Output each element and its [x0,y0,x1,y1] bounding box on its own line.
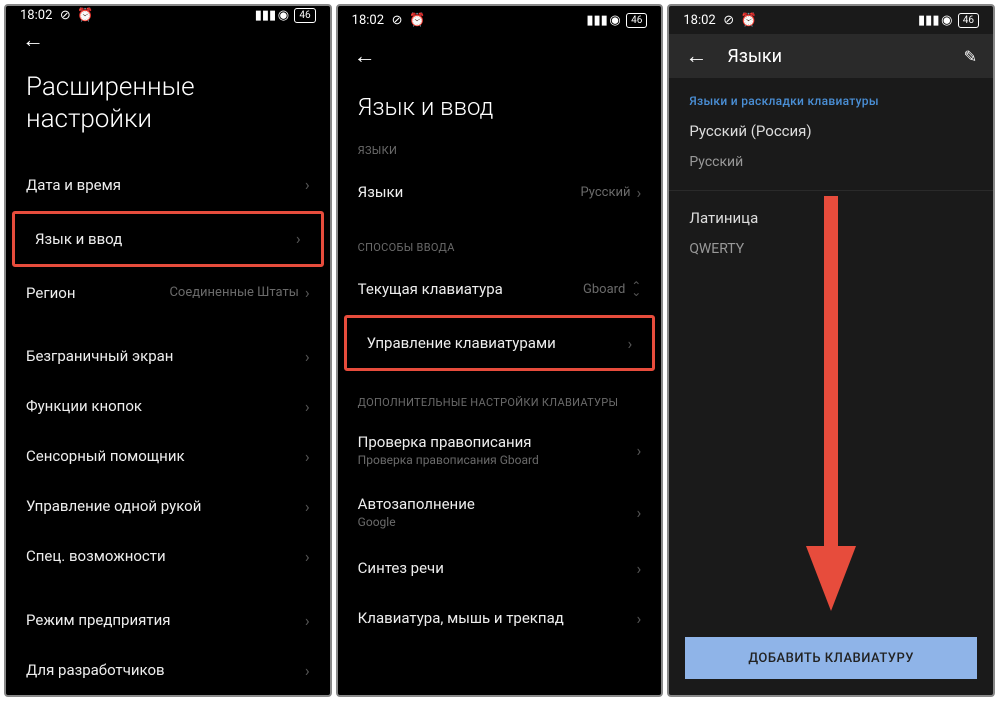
status-time: 18:02 [352,13,384,28]
chevron-right-icon: › [305,547,310,566]
wifi-icon: ◉ [276,9,290,23]
section-extra: ДОПОЛНИТЕЛЬНЫЕ НАСТРОЙКИ КЛАВИАТУРЫ [338,392,662,419]
row-buttons[interactable]: Функции кнопок › [6,381,330,431]
section-languages: ЯЗЫКИ [338,140,662,167]
chevron-right-icon: › [305,175,310,194]
dnd-icon: ⊘ [722,13,736,27]
page-title: Расширенные настройки [6,55,330,160]
chevron-right-icon: › [305,347,310,366]
chevron-right-icon: › [305,447,310,466]
signal-icon: ▮▮▮ [590,13,604,27]
battery-icon: 46 [958,13,979,28]
chevron-right-icon: › [628,334,633,353]
row-current-keyboard[interactable]: Текущая клавиатура Gboard ⌃⌄ [338,264,662,314]
dnd-icon: ⊘ [390,13,404,27]
alarm-icon: ⏰ [742,13,756,27]
row-region[interactable]: Регион Соединенные Штаты › [6,268,330,318]
chevron-right-icon: › [637,183,642,202]
screen-languages: 18:02 ⊘ ⏰ ▮▮▮ ◉ 46 ← Языки ✎ Языки и рас… [667,4,995,697]
signal-icon: ▮▮▮ [922,13,936,27]
back-icon[interactable]: ← [22,27,44,53]
page-title: Языки [727,46,963,67]
signal-icon: ▮▮▮ [258,9,272,23]
row-manage-keyboards[interactable]: Управление клавиатурами › [347,318,653,368]
add-keyboard-button[interactable]: ДОБАВИТЬ КЛАВИАТУРУ [685,637,977,679]
lang-item-russian[interactable]: Русский (Россия) [669,112,993,150]
chevron-right-icon: › [296,229,301,248]
wifi-icon: ◉ [940,13,954,27]
highlight-box: Управление клавиатурами › [344,315,656,371]
nav-bar: ← [338,34,662,78]
row-enterprise[interactable]: Режим предприятия › [6,595,330,645]
row-spellcheck[interactable]: Проверка правописания Проверка правописа… [338,419,662,481]
lang-layout-qwerty: QWERTY [669,237,993,269]
alarm-icon: ⏰ [410,13,424,27]
alarm-icon: ⏰ [78,9,92,23]
chevron-right-icon: › [637,559,642,578]
row-tts[interactable]: Синтез речи › [338,543,662,593]
chevron-right-icon: › [305,611,310,630]
row-onehand[interactable]: Управление одной рукой › [6,481,330,531]
chevron-right-icon: › [305,661,310,680]
row-assistant[interactable]: Сенсорный помощник › [6,431,330,481]
nav-bar: ← [6,25,330,55]
row-lang-input[interactable]: Язык и ввод › [15,214,321,264]
chevron-right-icon: › [637,441,642,460]
chevron-right-icon: › [637,609,642,628]
chevron-right-icon: › [305,283,310,302]
wifi-icon: ◉ [608,13,622,27]
section-layouts: Языки и раскладки клавиатуры [669,78,993,112]
row-borderless[interactable]: Безграничный экран › [6,331,330,381]
status-bar: 18:02 ⊘ ⏰ ▮▮▮ ◉ 46 [6,6,330,25]
screen-advanced-settings: 18:02 ⊘ ⏰ ▮▮▮ ◉ 46 ← Расширенные настрой… [4,4,332,697]
row-accessibility[interactable]: Спец. возможности › [6,531,330,581]
nav-bar: ← Языки ✎ [669,34,993,78]
screen-lang-input: 18:02 ⊘ ⏰ ▮▮▮ ◉ 46 ← Язык и ввод ЯЗЫКИ Я… [336,4,664,697]
page-title: Язык и ввод [338,78,662,140]
row-languages[interactable]: Языки Русский › [338,167,662,217]
updown-icon: ⌃⌄ [631,283,641,295]
dnd-icon: ⊘ [58,9,72,23]
lang-layout-russian: Русский [669,150,993,182]
row-kbm[interactable]: Клавиатура, мышь и трекпад › [338,593,662,643]
edit-icon[interactable]: ✎ [964,47,977,66]
chevron-right-icon: › [637,503,642,522]
section-input-methods: СПОСОБЫ ВВОДА [338,237,662,264]
row-autofill[interactable]: Автозаполнение Google › [338,481,662,543]
battery-icon: 46 [294,8,315,23]
status-bar: 18:02 ⊘ ⏰ ▮▮▮ ◉ 46 [338,6,662,34]
lang-item-latin[interactable]: Латиница [669,199,993,237]
back-icon[interactable]: ← [354,43,376,69]
highlight-box: Язык и ввод › [12,211,324,267]
divider [669,190,993,191]
row-date-time[interactable]: Дата и время › [6,160,330,210]
chevron-right-icon: › [305,397,310,416]
battery-icon: 46 [626,13,647,28]
status-time: 18:02 [683,13,715,28]
status-time: 18:02 [20,8,52,23]
status-bar: 18:02 ⊘ ⏰ ▮▮▮ ◉ 46 [669,6,993,34]
back-icon[interactable]: ← [685,43,707,69]
chevron-right-icon: › [305,497,310,516]
row-developer[interactable]: Для разработчиков › [6,645,330,695]
